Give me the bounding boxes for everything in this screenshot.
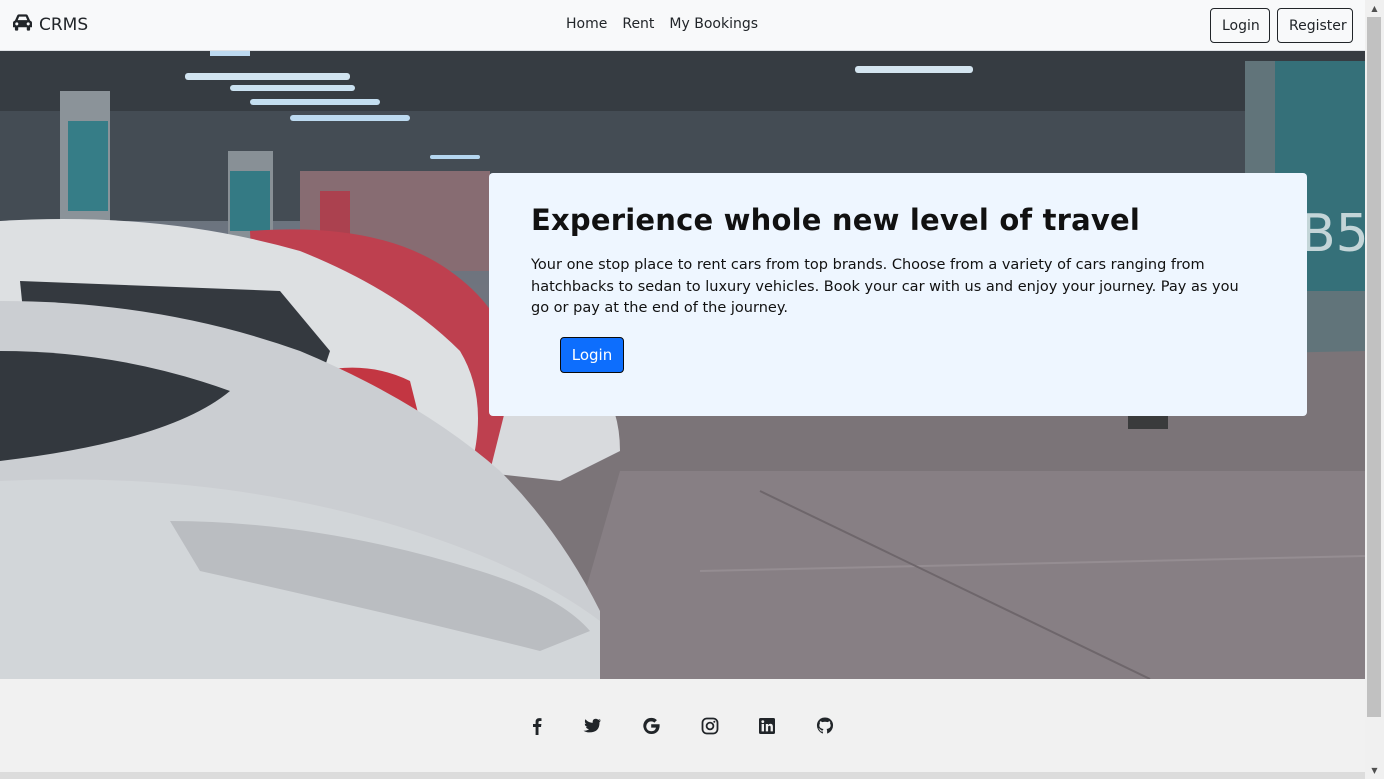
facebook-icon[interactable]: [527, 716, 547, 736]
nav-rent[interactable]: Rent: [622, 16, 654, 32]
twitter-icon[interactable]: [582, 716, 602, 736]
nav-register-button[interactable]: Register: [1277, 8, 1353, 43]
page-bottom-edge: [0, 772, 1365, 779]
google-icon[interactable]: [641, 716, 661, 736]
nav-my-bookings[interactable]: My Bookings: [669, 16, 758, 32]
vertical-scrollbar[interactable]: ▲ ▼: [1365, 0, 1384, 779]
hero-description: Your one stop place to rent cars from to…: [531, 257, 1239, 316]
brand-name: CRMS: [39, 15, 89, 35]
scroll-up-arrow-icon[interactable]: ▲: [1365, 0, 1384, 17]
brand-link[interactable]: CRMS: [11, 13, 88, 37]
hero-card: Experience whole new level of travel You…: [489, 173, 1307, 416]
instagram-icon[interactable]: [700, 716, 720, 736]
car-icon: [11, 13, 39, 37]
nav-links: Home Rent My Bookings: [566, 16, 758, 32]
hero-title: Experience whole new level of travel: [531, 203, 1141, 237]
footer: [0, 679, 1365, 772]
hero-section: B5 Experience whole new level of travel …: [0, 51, 1365, 679]
nav-login-button[interactable]: Login: [1210, 8, 1270, 43]
github-icon[interactable]: [815, 716, 835, 736]
scroll-thumb[interactable]: [1367, 17, 1381, 717]
navbar: CRMS Home Rent My Bookings Login Registe…: [0, 0, 1365, 51]
linkedin-icon[interactable]: [757, 716, 777, 736]
hero-login-button[interactable]: Login: [560, 337, 624, 373]
nav-home[interactable]: Home: [566, 16, 607, 32]
scroll-down-arrow-icon[interactable]: ▼: [1365, 762, 1384, 779]
